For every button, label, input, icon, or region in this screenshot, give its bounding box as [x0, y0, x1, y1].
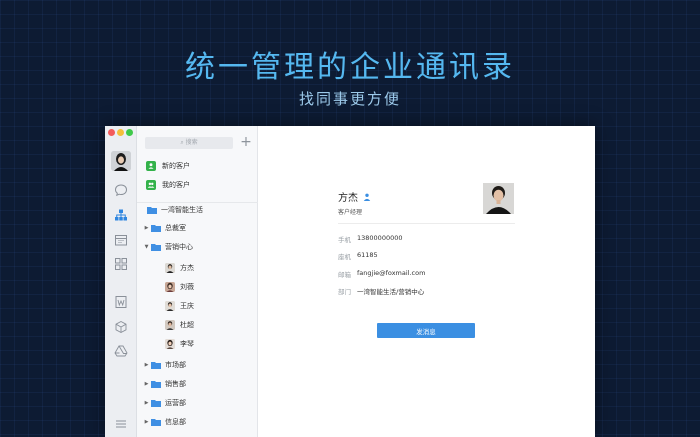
chevron-right-icon[interactable]: ▶ — [142, 400, 151, 406]
member-row[interactable]: 杜超 — [137, 317, 258, 333]
list-item-label: 新的客户 — [162, 162, 190, 170]
dept-row[interactable]: ▶ 销售部 — [137, 376, 258, 392]
package-icon[interactable] — [113, 319, 129, 335]
new-customer-icon — [146, 161, 156, 171]
dept-label: 营销中心 — [165, 243, 193, 251]
divider — [338, 223, 515, 224]
search-input[interactable]: ⌕ 搜索 — [145, 137, 233, 149]
member-label: 李琴 — [180, 340, 194, 348]
menu-icon[interactable] — [113, 416, 129, 432]
my-customer-icon — [146, 180, 156, 190]
hero-subtitle: 找同事更方便 — [298, 90, 401, 108]
contacts-icon[interactable] — [113, 207, 129, 223]
org-company[interactable]: 一湾智能生活 — [137, 202, 258, 218]
chevron-right-icon[interactable]: ▶ — [142, 419, 151, 425]
field-landline: 座机 61185 — [338, 251, 378, 261]
app-window: ⌕ 搜索 + 新的客户 我的客户 一湾智能生活 ▶ 总裁室 ▼ 营销中心 方杰 … — [105, 126, 595, 437]
member-row[interactable]: 王庆 — [137, 298, 258, 314]
folder-icon — [151, 244, 161, 251]
company-folder-icon — [147, 207, 157, 214]
member-label: 刘薇 — [180, 283, 194, 291]
dept-row[interactable]: ▶ 信息部 — [137, 414, 258, 430]
hero-title: 统一管理的企业通讯录 — [185, 50, 515, 85]
avatar[interactable] — [483, 183, 514, 214]
search-placeholder: 搜索 — [185, 139, 198, 146]
nav-rail — [105, 126, 137, 437]
avatar — [165, 339, 175, 349]
field-label: 座机 — [338, 253, 351, 261]
folder-icon — [151, 419, 161, 426]
member-row[interactable]: 李琴 — [137, 336, 258, 352]
dept-row[interactable]: ▶ 运营部 — [137, 395, 258, 411]
send-message-button[interactable]: 发消息 — [377, 323, 475, 338]
list-item-new-customer[interactable]: 新的客户 — [137, 158, 258, 174]
field-label: 部门 — [338, 288, 351, 296]
dept-label: 信息部 — [165, 418, 186, 426]
avatar[interactable] — [111, 151, 131, 171]
dept-label: 总裁室 — [165, 224, 186, 232]
field-mobile: 手机 13800000000 — [338, 234, 403, 244]
folder-icon — [151, 400, 161, 407]
field-value: 61185 — [357, 251, 378, 259]
profile-name: 方杰 — [338, 193, 358, 204]
chat-icon[interactable] — [113, 182, 129, 198]
company-label: 一湾智能生活 — [161, 206, 203, 214]
zoom-window-button[interactable] — [126, 129, 133, 136]
apps-icon[interactable] — [113, 256, 129, 272]
field-value: fangjie@foxmail.com — [357, 269, 426, 277]
dept-row[interactable]: ▼ 营销中心 — [137, 239, 258, 255]
folder-icon — [151, 381, 161, 388]
field-department: 部门 一湾智能生活/营销中心 — [338, 286, 424, 296]
chevron-right-icon[interactable]: ▶ — [142, 225, 151, 231]
field-label: 手机 — [338, 236, 351, 244]
field-email: 邮箱 fangjie@foxmail.com — [338, 269, 425, 279]
word-doc-icon[interactable] — [113, 294, 129, 310]
member-label: 方杰 — [180, 264, 194, 272]
profile-name-row: 方杰 — [338, 189, 371, 204]
minimize-window-button[interactable] — [117, 129, 124, 136]
avatar — [165, 282, 175, 292]
chevron-down-icon[interactable]: ▼ — [142, 244, 151, 250]
field-value: 一湾智能生活/营销中心 — [357, 288, 425, 296]
avatar — [165, 263, 175, 273]
search-icon: ⌕ — [180, 139, 184, 146]
avatar — [165, 320, 175, 330]
drive-icon[interactable] — [113, 343, 129, 359]
field-label: 邮箱 — [338, 271, 351, 279]
list-item-my-customer[interactable]: 我的客户 — [137, 177, 258, 193]
profile-role: 客户经理 — [338, 209, 363, 216]
dept-label: 销售部 — [165, 380, 186, 388]
dept-label: 市场部 — [165, 361, 186, 369]
chevron-right-icon[interactable]: ▶ — [142, 362, 151, 368]
list-item-label: 我的客户 — [162, 181, 190, 189]
chevron-right-icon[interactable]: ▶ — [142, 381, 151, 387]
dept-row[interactable]: ▶ 市场部 — [137, 357, 258, 373]
close-window-button[interactable] — [108, 129, 115, 136]
member-row[interactable]: 方杰 — [137, 260, 258, 276]
dept-label: 运营部 — [165, 399, 186, 407]
folder-icon — [151, 362, 161, 369]
avatar — [165, 301, 175, 311]
member-label: 王庆 — [180, 302, 194, 310]
member-row[interactable]: 刘薇 — [137, 279, 258, 295]
field-value: 13800000000 — [357, 234, 403, 242]
dept-row[interactable]: ▶ 总裁室 — [137, 220, 258, 236]
person-icon — [363, 193, 371, 201]
contact-list-panel: ⌕ 搜索 + 新的客户 我的客户 一湾智能生活 ▶ 总裁室 ▼ 营销中心 方杰 … — [137, 126, 258, 437]
profile-detail: 方杰 客户经理 手机 13800000000 座机 61185 邮箱 fangj… — [258, 126, 595, 437]
folder-icon — [151, 225, 161, 232]
add-contact-button[interactable]: + — [239, 134, 253, 150]
member-label: 杜超 — [180, 321, 194, 329]
calendar-icon[interactable] — [113, 232, 129, 248]
